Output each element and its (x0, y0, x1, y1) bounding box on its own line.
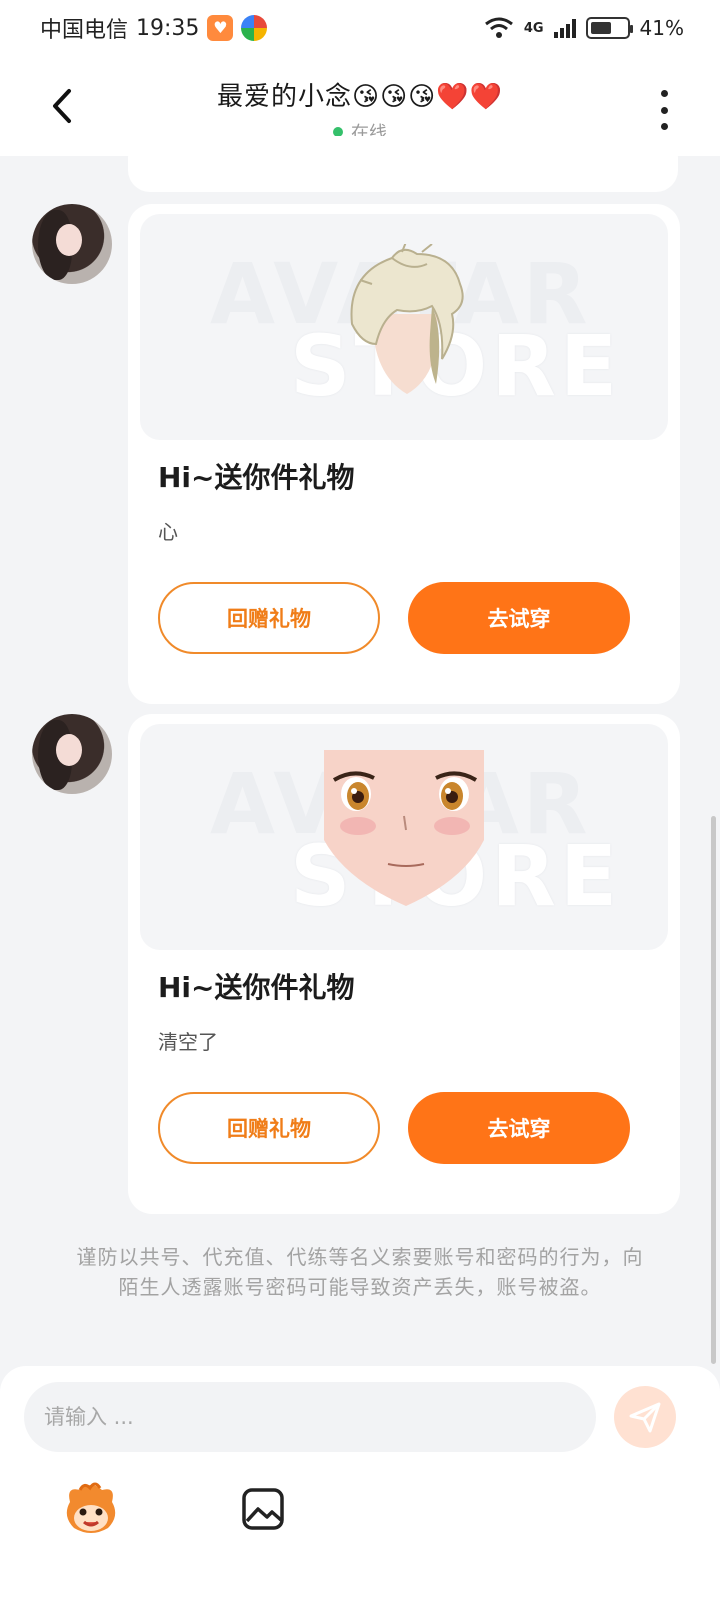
try-on-button[interactable]: 去试穿 (408, 1092, 630, 1164)
contact-name: 最爱的小念😘😘😘❤️❤️ (216, 82, 504, 112)
scrollbar[interactable] (711, 816, 716, 1364)
gift-card: AVATAR STORE Hi~送你件礼物 清空了 回赠 (128, 714, 680, 1214)
gift-message: 清空了 (158, 1030, 218, 1054)
mascot-emoji-icon (66, 1482, 116, 1533)
return-gift-button[interactable]: 回赠礼物 (158, 582, 380, 654)
title-block: 最爱的小念😘😘😘❤️❤️ 在线 (0, 76, 720, 145)
sender-avatar[interactable] (32, 204, 112, 284)
heart-app-icon: ♥ (207, 15, 234, 41)
gift-preview-image[interactable]: AVATAR STORE (140, 214, 668, 440)
send-icon (629, 1402, 661, 1433)
sender-avatar[interactable] (32, 714, 112, 794)
image-icon (242, 1488, 284, 1530)
gift-message: 心 (158, 520, 178, 544)
face-item-image (324, 750, 484, 906)
try-on-button[interactable]: 去试穿 (408, 582, 630, 654)
network-type: 4G (523, 20, 544, 36)
send-button[interactable] (614, 1386, 676, 1448)
wifi-icon (484, 17, 513, 38)
hair-item-image (350, 244, 464, 394)
status-bar: 中国电信 19:35 ♥ 4G 41% (0, 0, 720, 56)
return-gift-button[interactable]: 回赠礼物 (158, 1092, 380, 1164)
chat-area[interactable]: AVATAR STORE Hi~送你件礼物 心 回赠礼物 去试穿 AVATAR … (0, 136, 720, 1406)
gift-preview-image[interactable]: AVATAR STORE (140, 724, 668, 950)
battery-icon (585, 17, 633, 39)
carrier-label: 中国电信 (40, 18, 129, 43)
emoji-button[interactable] (62, 1480, 120, 1538)
more-button[interactable] (652, 90, 676, 130)
gift-card: AVATAR STORE Hi~送你件礼物 心 回赠礼物 去试穿 (128, 204, 680, 704)
image-button[interactable] (240, 1486, 286, 1532)
security-notice: 谨防以共号、代充值、代练等名义索要账号和密码的行为，向陌生人透露账号密码可能导致… (76, 1245, 644, 1299)
battery-level: 41% (639, 16, 684, 40)
message-input[interactable] (24, 1382, 596, 1452)
clock: 19:35 (136, 15, 200, 41)
composer (0, 1366, 720, 1612)
status-right: 4G 41% (484, 16, 684, 40)
gift-title: Hi~送你件礼物 (158, 461, 355, 494)
browser-app-icon (241, 15, 268, 41)
previous-message-card (128, 136, 678, 192)
signal-icon (553, 18, 576, 38)
gift-title: Hi~送你件礼物 (158, 971, 355, 1004)
status-left: 中国电信 19:35 ♥ (40, 12, 268, 44)
more-vertical-icon (660, 90, 668, 97)
